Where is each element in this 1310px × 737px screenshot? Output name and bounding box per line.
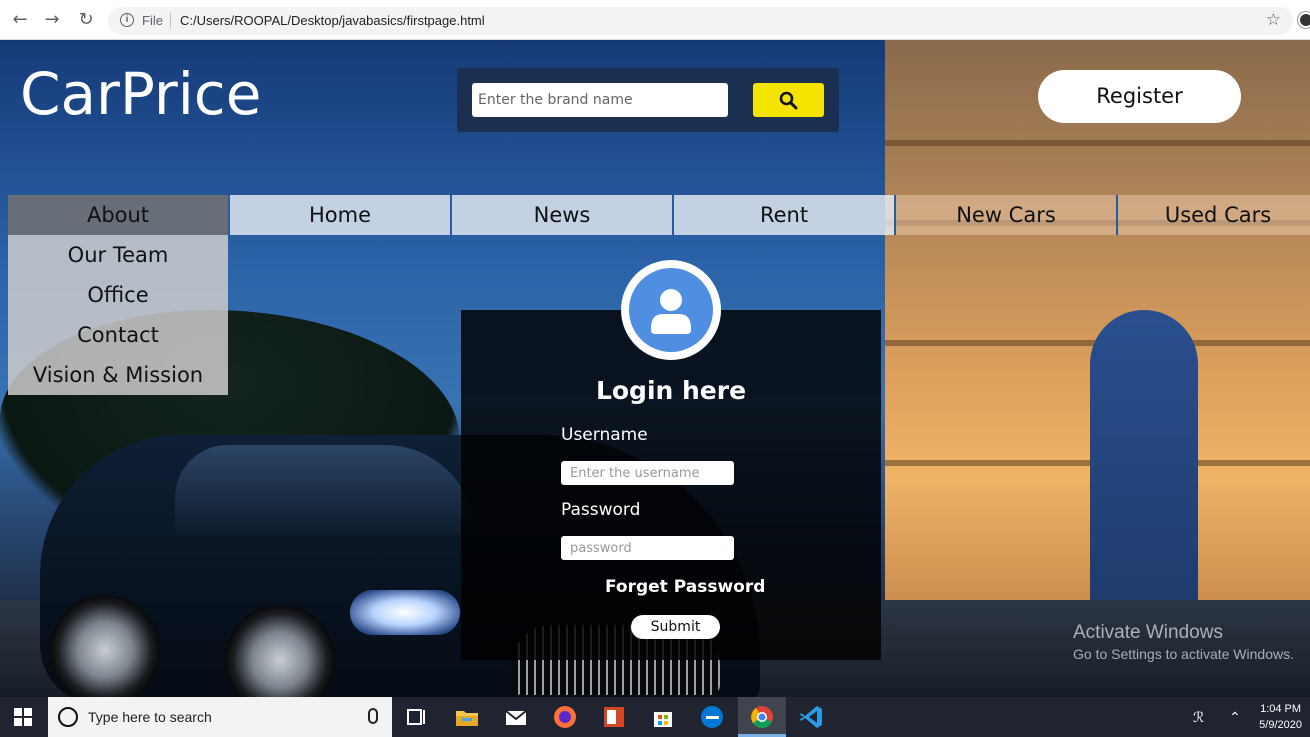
clock-time: 1:04 PM	[1260, 703, 1302, 715]
car-window	[175, 445, 475, 535]
star-icon[interactable]: ☆	[1266, 10, 1281, 30]
user-avatar-icon	[621, 260, 721, 360]
clock-date: 5/9/2020	[1259, 719, 1302, 731]
menu-item-about[interactable]: About	[8, 195, 230, 235]
main-menu: About Home News Rent New Cars Used Cars	[8, 195, 1310, 235]
username-field[interactable]	[561, 461, 734, 485]
watermark-title: Activate Windows	[1073, 622, 1223, 643]
page-body: CarPrice Register About Home News Rent N…	[0, 40, 1310, 697]
store-icon[interactable]	[649, 703, 677, 731]
forward-arrow-icon[interactable]: →	[40, 8, 64, 32]
file-explorer-icon[interactable]	[453, 703, 481, 731]
profile-avatar[interactable]	[1298, 12, 1310, 28]
firefox-icon[interactable]	[551, 703, 579, 731]
menu-item-home[interactable]: Home	[230, 195, 452, 235]
brand-search-input[interactable]	[472, 83, 728, 117]
dropdown-item-contact[interactable]: Contact	[8, 315, 228, 355]
taskbar-search-text: Type here to search	[88, 709, 212, 725]
password-label: Password	[561, 500, 641, 520]
register-button[interactable]: Register	[1038, 70, 1241, 123]
car-wheel	[50, 595, 160, 697]
people-icon[interactable]: ℛ	[1193, 709, 1204, 726]
browser-toolbar: ← → ↻ i File C:/Users/ROOPAL/Desktop/jav…	[0, 0, 1310, 40]
monument-arch	[1090, 310, 1198, 640]
microphone-icon[interactable]	[368, 708, 378, 724]
windows-taskbar: Type here to search ℛ ⌃ 1:04 PM 5/9/2020	[0, 697, 1310, 737]
edge-icon[interactable]	[698, 703, 726, 731]
dropdown-item-our-team[interactable]: Our Team	[8, 235, 228, 275]
scheme-label: File	[142, 13, 163, 28]
task-view-icon[interactable]	[402, 703, 430, 731]
taskbar-search[interactable]: Type here to search	[48, 697, 392, 737]
url-text[interactable]: C:/Users/ROOPAL/Desktop/javabasics/first…	[180, 13, 485, 28]
address-separator	[170, 13, 171, 29]
windows-start-icon[interactable]	[14, 708, 32, 726]
vscode-icon[interactable]	[797, 703, 825, 731]
login-title: Login here	[595, 376, 747, 405]
password-field[interactable]	[561, 536, 734, 560]
about-dropdown: Our Team Office Contact Vision & Mission	[8, 235, 228, 395]
car-headlight	[350, 590, 460, 635]
activate-windows-watermark: Activate Windows Go to Settings to activ…	[1073, 622, 1294, 662]
mail-icon[interactable]	[502, 703, 530, 731]
back-arrow-icon[interactable]: ←	[8, 8, 32, 32]
dropdown-item-vision-mission[interactable]: Vision & Mission	[8, 355, 228, 395]
menu-item-used-cars[interactable]: Used Cars	[1118, 195, 1310, 235]
menu-item-rent[interactable]: Rent	[674, 195, 896, 235]
search-icon	[779, 91, 798, 110]
login-panel	[461, 310, 881, 660]
watermark-subtitle: Go to Settings to activate Windows.	[1073, 646, 1294, 662]
dropdown-item-office[interactable]: Office	[8, 275, 228, 315]
username-label: Username	[561, 425, 648, 445]
menu-item-new-cars[interactable]: New Cars	[896, 195, 1118, 235]
reload-icon[interactable]: ↻	[74, 8, 98, 32]
search-box	[457, 68, 839, 132]
taskbar-clock[interactable]: 1:04 PM 5/9/2020	[1259, 701, 1302, 733]
site-logo[interactable]: CarPrice	[20, 60, 261, 128]
site-info-icon[interactable]: i	[120, 13, 134, 27]
cortana-icon	[58, 707, 78, 727]
powerpoint-icon[interactable]	[600, 703, 628, 731]
chrome-icon[interactable]	[748, 703, 776, 731]
chevron-up-icon[interactable]: ⌃	[1229, 709, 1241, 726]
address-bar[interactable]: i File C:/Users/ROOPAL/Desktop/javabasic…	[108, 7, 1293, 35]
submit-button[interactable]: Submit	[631, 615, 720, 639]
menu-item-news[interactable]: News	[452, 195, 674, 235]
forget-password-link[interactable]: Forget Password	[605, 577, 765, 597]
search-button[interactable]	[753, 83, 824, 117]
